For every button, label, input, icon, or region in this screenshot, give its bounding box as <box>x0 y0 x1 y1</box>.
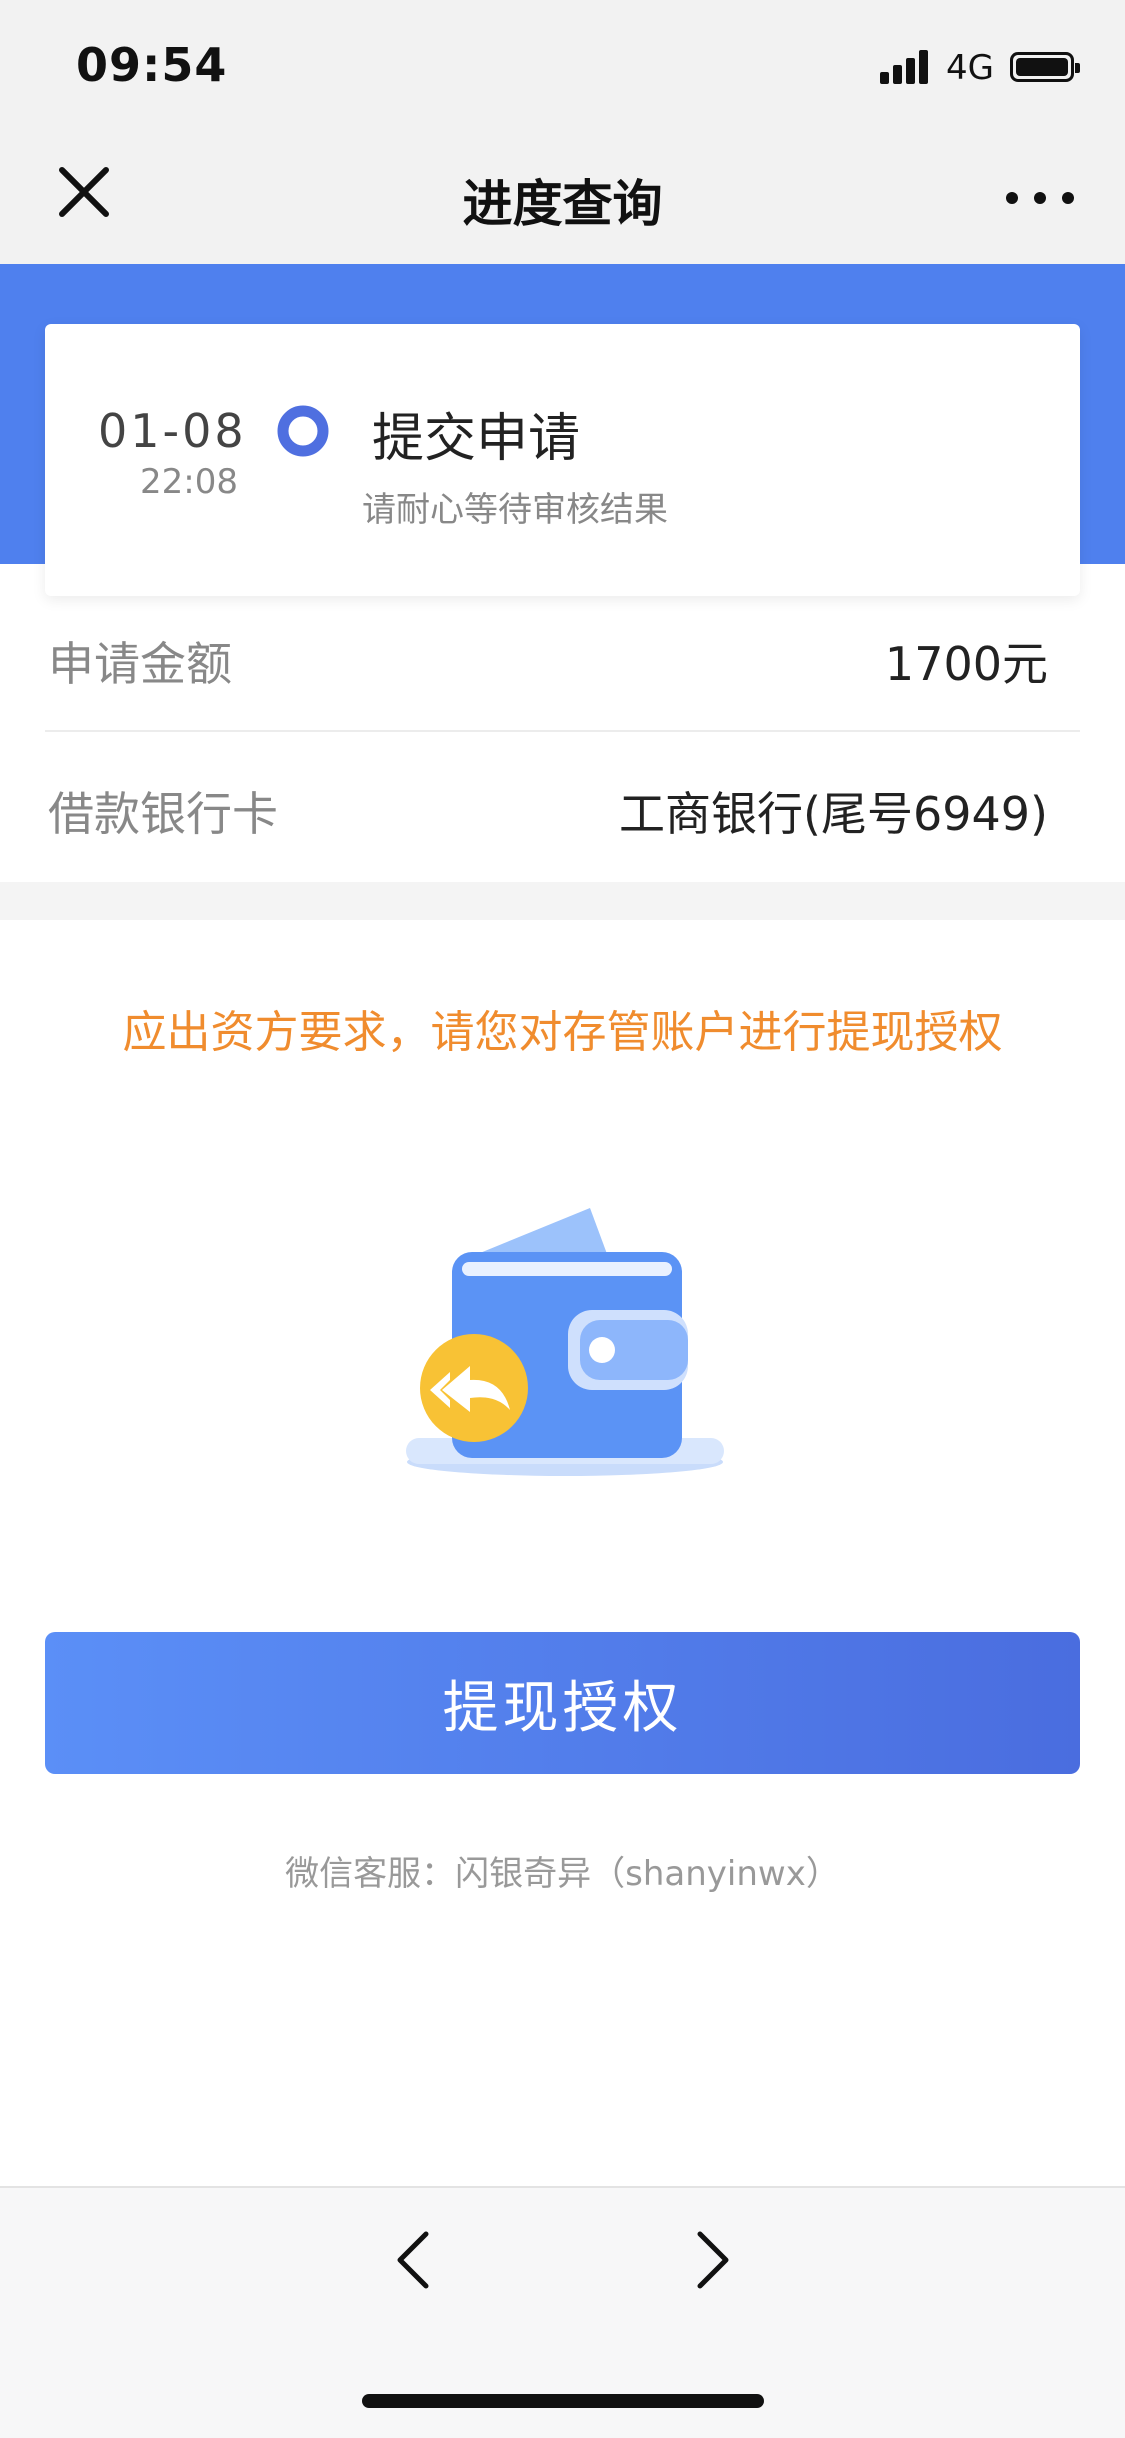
home-indicator <box>362 2394 764 2408</box>
chevron-right-icon <box>697 2231 729 2289</box>
card-label: 借款银行卡 <box>48 787 278 841</box>
back-button[interactable] <box>392 2228 436 2292</box>
progress-dot-icon <box>277 405 329 457</box>
withdraw-authorize-button[interactable]: 提现授权 <box>45 1632 1080 1774</box>
progress-date: 01-08 <box>98 404 247 458</box>
chevron-left-icon <box>397 2231 429 2289</box>
card-value: 工商银行(尾号6949) <box>619 787 1048 841</box>
amount-value: 1700元 <box>884 637 1048 691</box>
wallet-icon <box>400 1200 730 1480</box>
signal-bars-icon <box>880 50 932 84</box>
step-subtitle: 请耐心等待审核结果 <box>362 490 668 530</box>
row-divider <box>45 730 1080 732</box>
status-time: 09:54 <box>76 38 228 92</box>
amount-label: 申请金额 <box>48 637 232 691</box>
battery-full-icon <box>1010 52 1080 82</box>
network-label: 4G <box>946 48 994 88</box>
step-title: 提交申请 <box>372 409 581 469</box>
section-gap <box>0 882 1125 920</box>
customer-service-text: 微信客服：闪银奇异（shanyinwx） <box>285 1854 840 1894</box>
authorization-notice: 应出资方要求，请您对存管账户进行提现授权 <box>122 1007 1003 1058</box>
progress-time: 22:08 <box>140 462 238 502</box>
page-title: 进度查询 <box>462 175 663 233</box>
forward-button[interactable] <box>690 2228 734 2292</box>
more-dots-icon <box>1006 192 1074 204</box>
more-button[interactable] <box>1000 178 1080 218</box>
